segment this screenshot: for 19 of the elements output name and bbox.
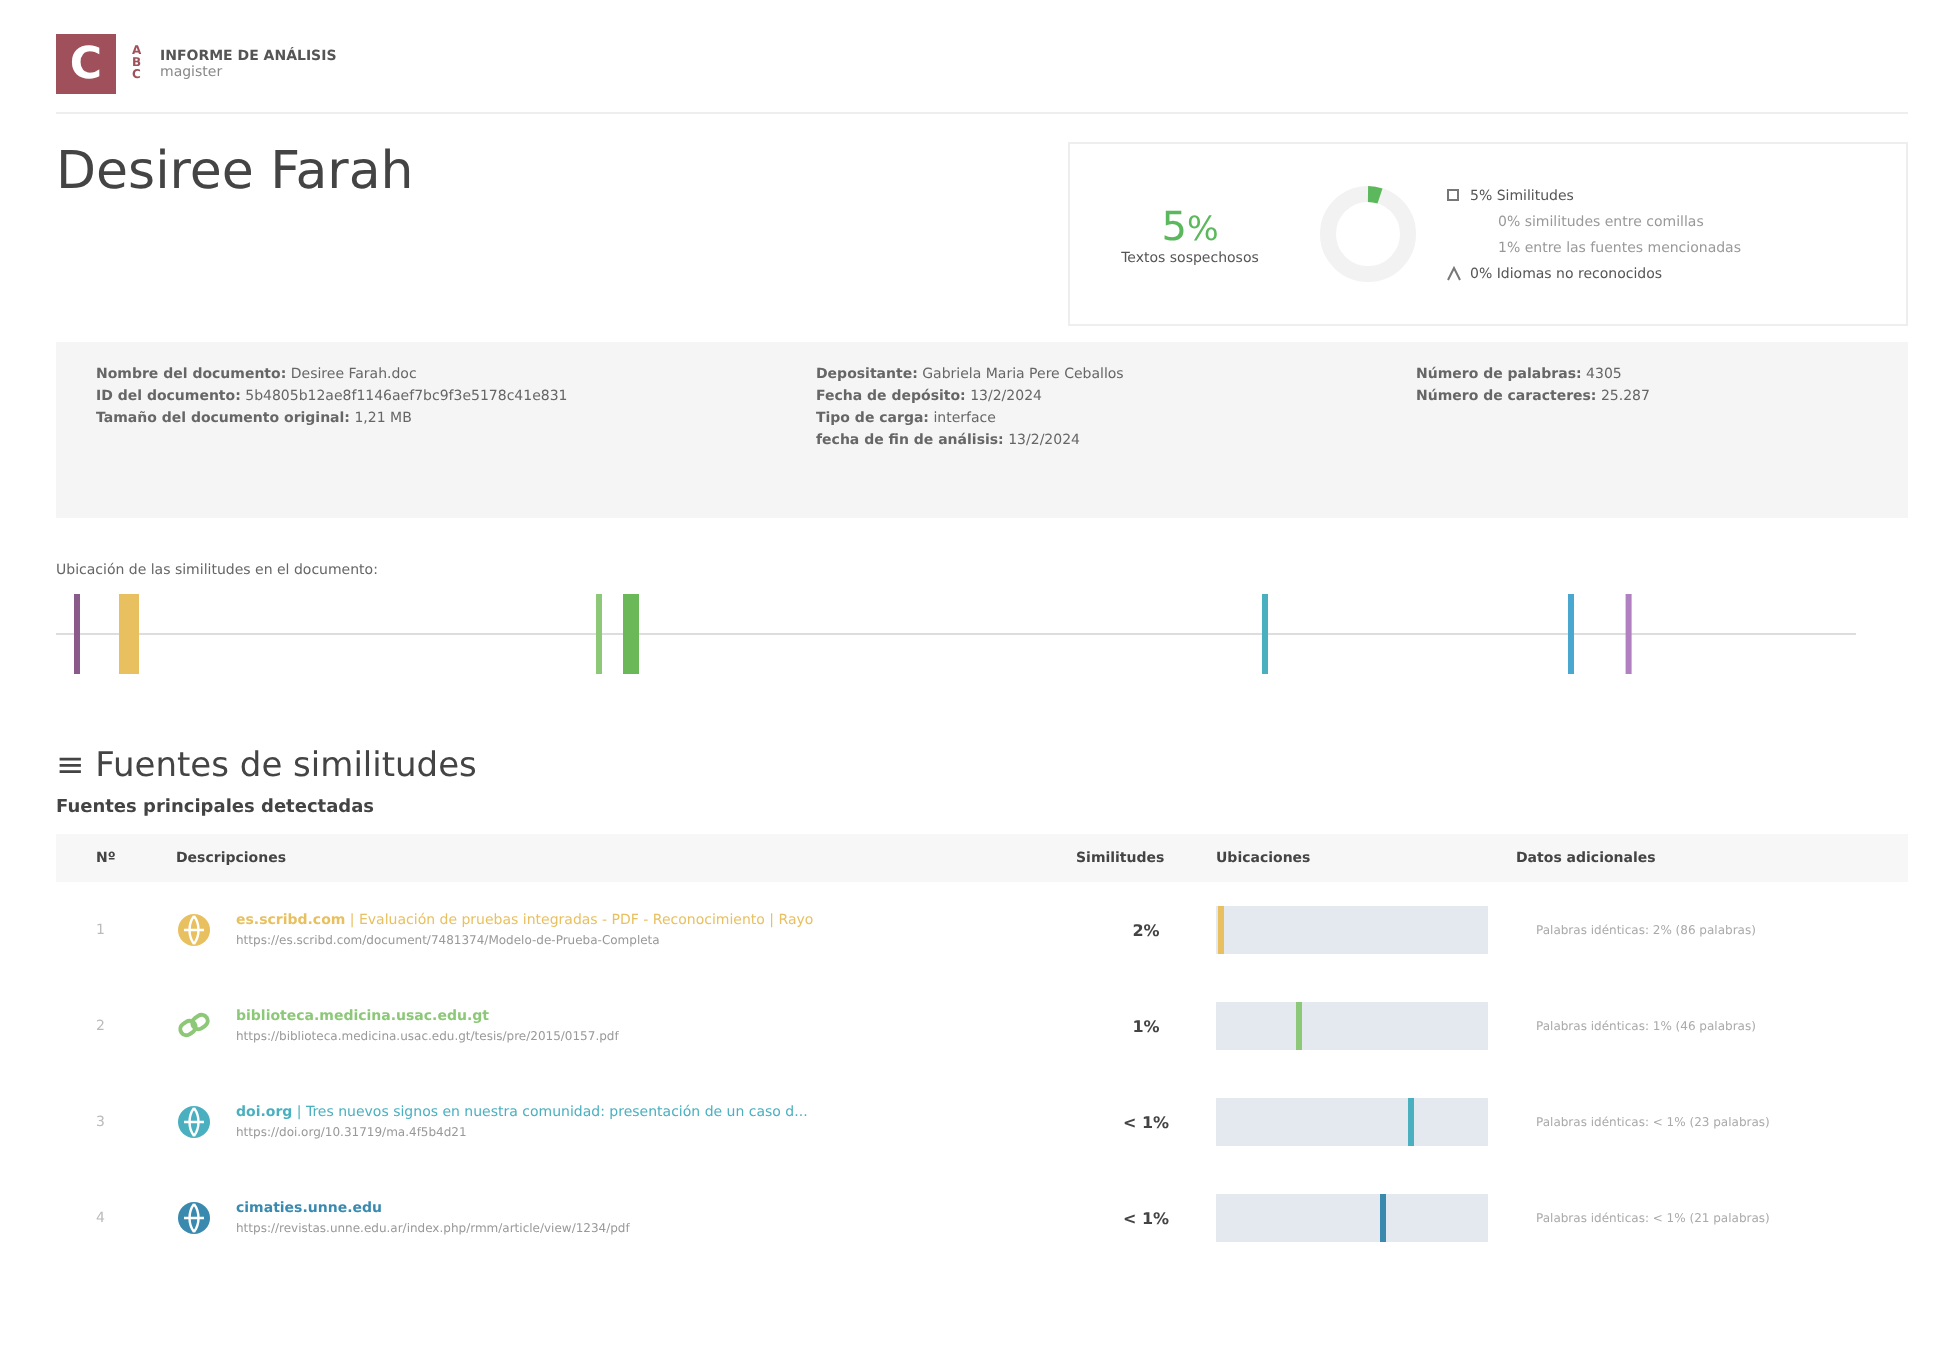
square-icon (1446, 187, 1462, 203)
location-mark (1295, 1002, 1302, 1050)
document-title: Desiree Farah (56, 142, 414, 206)
location-mark (1380, 1194, 1387, 1242)
similarity-value: 1% (1130, 1017, 1162, 1035)
globe-icon (176, 1200, 212, 1236)
donut-drawing (1318, 184, 1418, 284)
language-icon (1446, 265, 1462, 281)
sources-subheading: Fuentes principales detectadas (56, 798, 377, 818)
similarity-value: 2% (1130, 921, 1162, 939)
location-mark (1218, 906, 1225, 954)
globe-icon (176, 912, 212, 948)
similarity-value: < 1% (1120, 1113, 1172, 1131)
similarity-value: < 1% (1120, 1209, 1172, 1227)
location-mark (1407, 1098, 1414, 1146)
logo: C (56, 34, 116, 94)
sources-heading: ≡ Fuentes de similitudes (56, 746, 479, 786)
globe-icon (176, 1104, 212, 1140)
suspicious-percent: 5% (1161, 202, 1219, 250)
